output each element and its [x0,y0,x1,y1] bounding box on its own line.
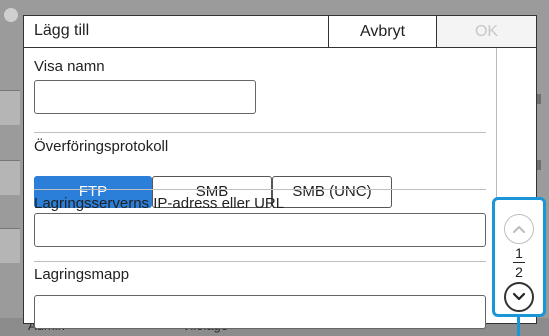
protocol-label: Överföringsprotokoll [34,138,169,155]
page-up-button[interactable] [504,214,534,244]
dialog-titlebar: Lägg till Avbryt OK [24,16,536,48]
page-down-button[interactable] [504,282,534,312]
gear-icon [4,8,18,22]
background-tab [0,228,20,263]
page-navigator: 1 2 [492,197,546,317]
pager-callout-line [517,317,520,336]
dialog-title: Lägg till [34,22,90,39]
server-address-field[interactable] [34,213,486,247]
chevron-up-icon [513,225,525,233]
protocol-smb-unc-button[interactable]: SMB (UNC) [272,176,392,208]
ok-button[interactable]: OK [436,16,536,47]
total-page-number: 2 [515,264,523,280]
fraction-line [513,262,525,263]
display-name-label: Visa namn [34,58,105,75]
server-address-label: Lagringsserverns IP-adress eller URL [34,195,285,212]
background-tab [0,90,20,125]
current-page-number: 1 [515,245,523,261]
dialog-content: Visa namn Överföringsprotokoll FTP SMB S… [24,48,496,329]
background-tab [0,160,20,195]
storage-folder-field[interactable] [34,295,486,329]
add-dialog: Lägg till Avbryt OK Visa namn Överföring… [23,15,537,329]
cancel-button[interactable]: Avbryt [328,16,436,47]
separator [34,189,486,190]
storage-folder-label: Lagringsmapp [34,266,130,283]
chevron-down-icon [512,292,526,300]
separator [34,132,486,133]
separator [34,261,486,262]
display-name-field[interactable] [34,80,256,114]
